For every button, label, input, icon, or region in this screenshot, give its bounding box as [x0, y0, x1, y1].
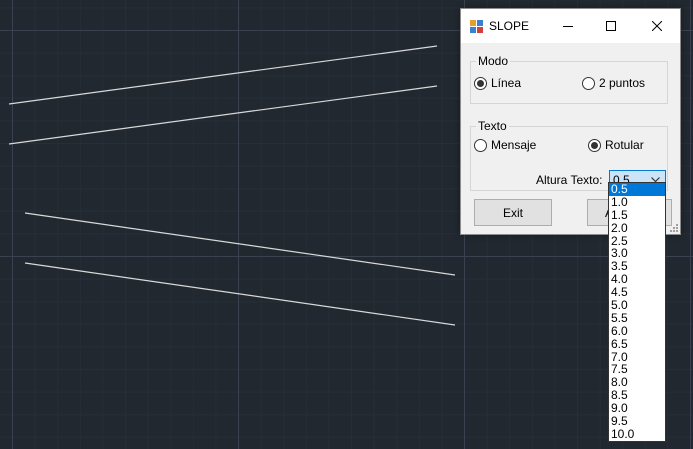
- dropdown-option[interactable]: 9.5: [609, 415, 665, 428]
- radio-2-puntos-indicator[interactable]: [582, 76, 595, 90]
- cad-line[interactable]: [24, 262, 456, 326]
- radio-mensaje-indicator[interactable]: [474, 138, 487, 152]
- close-button[interactable]: [634, 9, 680, 43]
- maximize-button[interactable]: [588, 9, 634, 43]
- title-bar[interactable]: SLOPE: [461, 9, 680, 43]
- dropdown-option[interactable]: 5.5: [609, 312, 665, 325]
- radio-linea-label: Línea: [491, 76, 522, 90]
- dropdown-option[interactable]: 5.0: [609, 299, 665, 312]
- minimize-icon: [563, 26, 573, 27]
- drawn-lines: [8, 45, 456, 326]
- altura-texto-dropdown-list[interactable]: 0.5 1.0 1.5 2.0 2.5 3.0 3.5 4.0 4.5 5.0 5.5 6.0 6.5 7…: [608, 182, 666, 442]
- maximize-icon: [606, 21, 616, 31]
- dropdown-option[interactable]: 6.0: [609, 324, 665, 338]
- exit-button[interactable]: Exit: [474, 199, 552, 226]
- minimize-button[interactable]: [545, 9, 591, 43]
- radio-mensaje-label: Mensaje: [491, 138, 537, 152]
- resize-grip-icon[interactable]: [669, 223, 679, 233]
- radio-mensaje[interactable]: Mensaje: [474, 138, 536, 152]
- radio-2-puntos-label: 2 puntos: [599, 76, 646, 90]
- dropdown-option[interactable]: 1.0: [609, 195, 665, 209]
- window-title: SLOPE: [489, 19, 530, 33]
- dropdown-option[interactable]: 0.5: [609, 183, 665, 196]
- close-icon: [652, 21, 662, 31]
- radio-linea[interactable]: Línea: [474, 76, 521, 90]
- radio-linea-indicator[interactable]: [474, 76, 487, 90]
- cad-line[interactable]: [24, 212, 456, 276]
- modo-group-title: Modo: [476, 54, 511, 68]
- radio-2-puntos[interactable]: 2 puntos: [582, 76, 645, 90]
- dropdown-option[interactable]: 10.0: [609, 428, 665, 441]
- texto-group-title: Texto: [476, 119, 509, 133]
- app-icon: [470, 20, 483, 33]
- radio-rotular-indicator[interactable]: [588, 138, 601, 152]
- dropdown-option[interactable]: 1.5: [609, 208, 665, 222]
- dropdown-option[interactable]: 2.0: [609, 221, 665, 235]
- radio-rotular[interactable]: Rotular: [588, 138, 644, 152]
- exit-button-label: Exit: [502, 205, 523, 220]
- radio-rotular-label: Rotular: [605, 138, 644, 152]
- dropdown-option[interactable]: 6.5: [609, 337, 665, 351]
- altura-texto-label: Altura Texto:: [536, 173, 603, 187]
